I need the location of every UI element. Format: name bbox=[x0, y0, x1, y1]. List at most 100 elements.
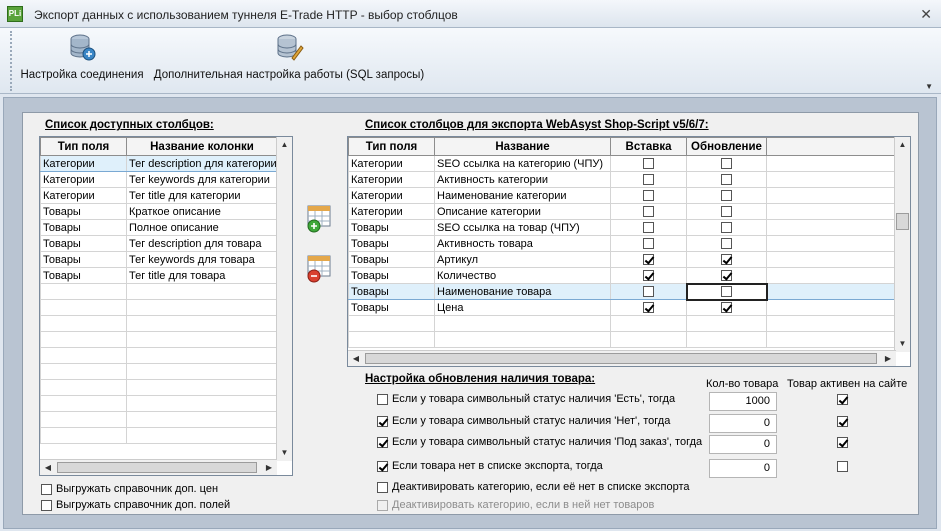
stock-qty-input[interactable]: 0 bbox=[709, 459, 777, 478]
stock-active-checkbox[interactable] bbox=[837, 394, 848, 405]
stock-qty-input[interactable]: 0 bbox=[709, 414, 777, 433]
scroll-right-icon[interactable]: ▶ bbox=[261, 460, 277, 475]
available-row[interactable] bbox=[40, 379, 278, 396]
available-row[interactable] bbox=[40, 299, 278, 316]
scroll-up-icon[interactable]: ▲ bbox=[277, 137, 292, 153]
export-vertical-scrollbar[interactable]: ▲ ▼ bbox=[894, 137, 910, 352]
stock-rule-option[interactable]: Если у товара символьный статус наличия … bbox=[377, 415, 670, 427]
available-row[interactable] bbox=[40, 411, 278, 428]
available-row[interactable] bbox=[40, 395, 278, 412]
export-row-update-checkbox[interactable] bbox=[721, 286, 732, 298]
export-row-insert-checkbox[interactable] bbox=[643, 222, 654, 234]
available-row[interactable] bbox=[40, 331, 278, 348]
available-row[interactable]: Категории Тег description для категории bbox=[40, 155, 278, 172]
available-row[interactable]: Категории Тег title для категории bbox=[40, 187, 278, 204]
export-row-update-checkbox[interactable] bbox=[721, 269, 732, 281]
export-row[interactable]: Товары Цена bbox=[348, 299, 897, 316]
available-row[interactable] bbox=[40, 427, 278, 444]
export-row[interactable]: Товары Количество bbox=[348, 267, 897, 284]
scroll-down-icon[interactable]: ▼ bbox=[277, 445, 292, 461]
export-row-update-checkbox[interactable] bbox=[721, 302, 732, 314]
export-row-insert-checkbox[interactable] bbox=[643, 190, 654, 202]
export-col-insert-header[interactable]: Вставка bbox=[610, 137, 687, 156]
export-row-update-checkbox[interactable] bbox=[721, 206, 732, 218]
export-row-update-checkbox[interactable] bbox=[721, 174, 732, 186]
export-row-insert-checkbox[interactable] bbox=[643, 174, 654, 186]
scroll-left-icon[interactable]: ◀ bbox=[40, 460, 56, 475]
stock-active-checkbox[interactable] bbox=[837, 437, 848, 448]
export-row-insert-checkbox[interactable] bbox=[643, 158, 654, 170]
export-row[interactable] bbox=[348, 315, 897, 332]
available-columns-grid[interactable]: Тип поля Название колонки Категории Тег d… bbox=[39, 136, 293, 476]
available-row[interactable] bbox=[40, 363, 278, 380]
scroll-up-icon[interactable]: ▲ bbox=[895, 137, 910, 153]
remove-column-icon[interactable] bbox=[305, 253, 335, 283]
add-column-icon[interactable] bbox=[305, 203, 335, 233]
stock-rule-option[interactable]: Если у товара символьный статус наличия … bbox=[377, 393, 675, 405]
available-col-type-header[interactable]: Тип поля bbox=[40, 137, 127, 156]
horizontal-scroll-thumb[interactable] bbox=[57, 462, 257, 473]
export-row[interactable]: Категории Активность категории bbox=[348, 171, 897, 188]
stock-rule-option[interactable]: Если товара нет в списке экспорта, тогда bbox=[377, 460, 603, 472]
export-fields-option[interactable]: Выгружать справочник доп. полей bbox=[41, 499, 230, 511]
vertical-scroll-thumb[interactable] bbox=[896, 213, 909, 230]
export-row[interactable]: Товары SEO ссылка на товар (ЧПУ) bbox=[348, 219, 897, 236]
export-col-name-header[interactable]: Название bbox=[434, 137, 611, 156]
export-horizontal-scrollbar[interactable]: ◀ ▶ bbox=[348, 350, 896, 366]
export-prices-checkbox[interactable] bbox=[41, 483, 52, 495]
export-row-insert-checkbox[interactable] bbox=[643, 254, 654, 266]
export-row[interactable]: Категории Описание категории bbox=[348, 203, 897, 220]
export-row-insert-checkbox[interactable] bbox=[642, 286, 654, 298]
export-row-update-checkbox[interactable] bbox=[721, 222, 732, 234]
export-col-type-header[interactable]: Тип поля bbox=[348, 137, 435, 156]
export-prices-option[interactable]: Выгружать справочник доп. цен bbox=[41, 483, 218, 495]
export-row[interactable] bbox=[348, 331, 897, 348]
export-fields-checkbox[interactable] bbox=[41, 499, 52, 511]
export-col-update-header[interactable]: Обновление bbox=[686, 137, 767, 156]
stock-rule-checkbox[interactable] bbox=[377, 460, 388, 472]
toolbar-grip[interactable] bbox=[10, 31, 13, 91]
stock-active-checkbox[interactable] bbox=[837, 416, 848, 427]
scroll-left-icon[interactable]: ◀ bbox=[348, 351, 364, 366]
horizontal-scroll-thumb[interactable] bbox=[365, 353, 877, 364]
stock-rule-checkbox[interactable] bbox=[377, 393, 388, 405]
available-row[interactable] bbox=[40, 347, 278, 364]
connection-settings-button[interactable]: Настройка соединения bbox=[18, 30, 146, 88]
stock-rule-checkbox[interactable] bbox=[377, 436, 388, 448]
export-row[interactable]: Товары Активность товара bbox=[348, 235, 897, 252]
available-row[interactable]: Категории Тег keywords для категории bbox=[40, 171, 278, 188]
export-row-update-checkbox[interactable] bbox=[721, 190, 732, 202]
export-row-update-checkbox[interactable] bbox=[721, 158, 732, 170]
available-vertical-scrollbar[interactable]: ▲ ▼ bbox=[276, 137, 292, 461]
stock-rule-option[interactable]: Если у товара символьный статус наличия … bbox=[377, 436, 702, 448]
stock-qty-input[interactable]: 1000 bbox=[709, 392, 777, 411]
export-row-update-checkbox[interactable] bbox=[721, 254, 732, 266]
available-col-name-header[interactable]: Название колонки bbox=[126, 137, 278, 156]
available-row[interactable]: Товары Тег title для товара bbox=[40, 267, 278, 284]
stock-qty-input[interactable]: 0 bbox=[709, 435, 777, 454]
export-row-insert-checkbox[interactable] bbox=[643, 302, 654, 314]
export-row-insert-checkbox[interactable] bbox=[643, 238, 654, 250]
export-columns-grid[interactable]: Тип поля Название Вставка Обновление Кат… bbox=[347, 136, 911, 367]
export-row[interactable]: Товары Артикул bbox=[348, 251, 897, 268]
export-row-insert-checkbox[interactable] bbox=[643, 206, 654, 218]
stock-rule-checkbox[interactable] bbox=[377, 415, 388, 427]
available-row[interactable] bbox=[40, 315, 278, 332]
export-row[interactable]: Товары Наименование товара bbox=[348, 282, 897, 301]
scroll-right-icon[interactable]: ▶ bbox=[880, 351, 896, 366]
stock-active-checkbox[interactable] bbox=[837, 461, 848, 472]
export-row-update-checkbox[interactable] bbox=[721, 238, 732, 250]
available-row[interactable] bbox=[40, 283, 278, 300]
export-row[interactable]: Категории SEO ссылка на категорию (ЧПУ) bbox=[348, 155, 897, 172]
close-icon[interactable]: ✕ bbox=[920, 6, 932, 23]
toolbar-overflow-icon[interactable]: ▼ bbox=[925, 82, 933, 91]
available-row[interactable]: Товары Тег keywords для товара bbox=[40, 251, 278, 268]
deactivate-category-not-in-list-checkbox[interactable] bbox=[377, 481, 388, 493]
available-row[interactable]: Товары Тег description для товара bbox=[40, 235, 278, 252]
available-row[interactable]: Товары Полное описание bbox=[40, 219, 278, 236]
scroll-down-icon[interactable]: ▼ bbox=[895, 336, 910, 352]
available-row[interactable]: Товары Краткое описание bbox=[40, 203, 278, 220]
available-horizontal-scrollbar[interactable]: ◀ ▶ bbox=[40, 459, 277, 475]
advanced-sql-settings-button[interactable]: Дополнительная настройка работы (SQL зап… bbox=[152, 30, 426, 88]
deactivate-category-not-in-list-option[interactable]: Деактивировать категорию, если её нет в … bbox=[377, 481, 690, 493]
